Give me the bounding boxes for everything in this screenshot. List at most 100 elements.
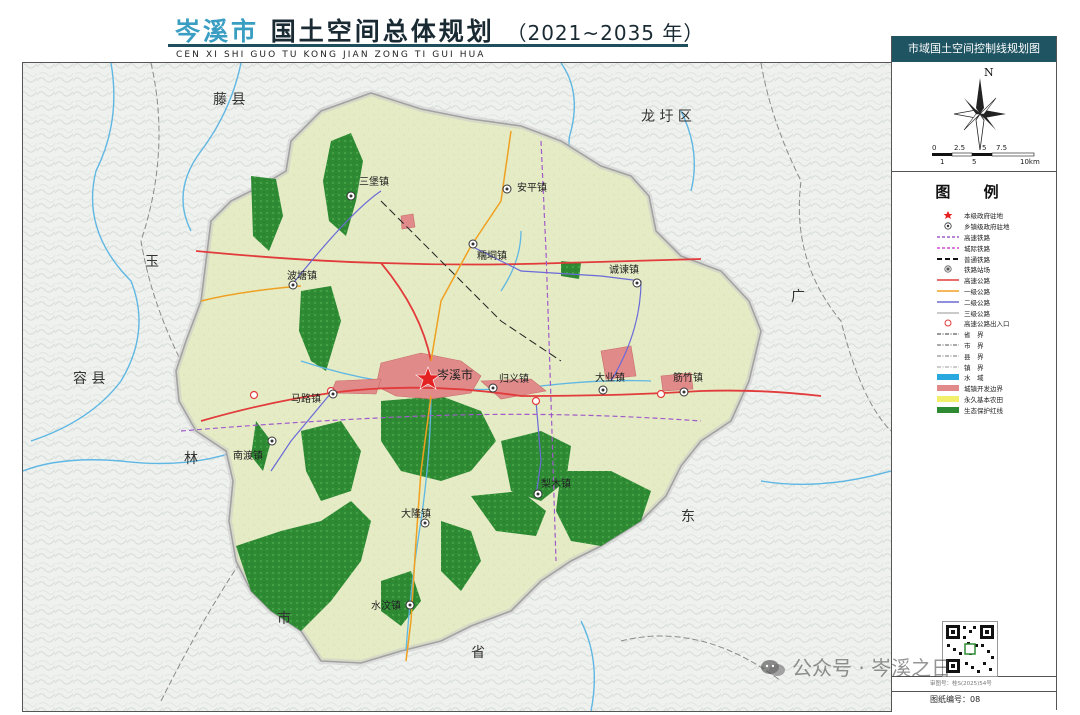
- legend-label: 三级公路: [964, 309, 990, 318]
- ring-legend-icon: [936, 319, 960, 327]
- town-label: 大业镇: [595, 371, 625, 384]
- svg-text:2.5: 2.5: [954, 144, 965, 152]
- region-label: 林: [184, 451, 198, 467]
- town-label: 波塘镇: [287, 269, 317, 282]
- map-sheet-title: 市域国土空间控制线规划图: [892, 36, 1056, 62]
- svg-text:5: 5: [972, 158, 976, 166]
- legend-item: 三级公路: [936, 307, 1054, 318]
- boundary-legend-icon: [936, 363, 960, 371]
- legend-label: 高速铁路: [964, 233, 990, 242]
- fill-legend-icon: [936, 395, 960, 403]
- legend-item: 高速公路出入口: [936, 318, 1054, 329]
- town-label: 马路镇: [291, 392, 321, 405]
- svg-text:1: 1: [940, 158, 944, 166]
- legend-label: 生态保护红线: [964, 406, 1003, 415]
- north-arrow-icon: [953, 78, 1006, 151]
- legend-label: 二级公路: [964, 298, 990, 307]
- fill-legend-icon: [936, 384, 960, 392]
- legend-label: 高速公路出入口: [964, 320, 1010, 329]
- region-label: 藤 县: [213, 92, 245, 108]
- legend-label: 市 界: [964, 341, 984, 350]
- legend-label: 铁路站场: [964, 266, 990, 275]
- fill-legend-icon: [936, 373, 960, 381]
- divider: [892, 691, 1056, 692]
- legend-item: 本级政府驻地: [936, 210, 1054, 221]
- wechat-watermark: 公众号 · 岑溪之日: [760, 652, 951, 681]
- legend-label: 城际铁路: [964, 244, 990, 253]
- legend-item: 镇 界: [936, 361, 1054, 372]
- title-city: 岑溪市: [175, 17, 260, 46]
- dash-legend-icon: [936, 233, 960, 241]
- town-label: 筋竹镇: [673, 371, 703, 384]
- title-text: 国土空间总体规划: [270, 17, 495, 46]
- legend-item: 高速铁路: [936, 232, 1054, 243]
- legend-label: 乡镇级政府驻地: [964, 223, 1010, 232]
- region-label: 东: [681, 509, 695, 525]
- svg-text:5: 5: [982, 144, 986, 152]
- map-sidebar: 市域国土空间控制线规划图 N 0 2.5 5 7.5 1 5 10km 图 例 …: [891, 36, 1057, 710]
- legend-item: 县 界: [936, 350, 1054, 361]
- town-label: 诚谏镇: [609, 263, 639, 276]
- star-legend-icon: [936, 211, 960, 220]
- legend-label: 镇 界: [964, 363, 984, 372]
- line-legend-icon: [936, 276, 960, 284]
- north-label: N: [984, 66, 994, 79]
- title-years: （2021~2035 年）: [506, 21, 705, 45]
- legend-item: 城际铁路: [936, 242, 1054, 253]
- map-canvas[interactable]: 藤 县 龙 圩 区 容 县 玉 林 市 东 省 广 三堡镇 安平镇 糯垌镇 波塘…: [22, 62, 892, 712]
- legend-label: 城镇开发边界: [964, 385, 1003, 394]
- svg-text:10km: 10km: [1020, 158, 1040, 166]
- title-underline: [168, 44, 688, 47]
- legend-item: 生态保护红线: [936, 404, 1054, 415]
- legend-item: 高速公路: [936, 275, 1054, 286]
- legend-item: 省 界: [936, 329, 1054, 340]
- legend-label: 普通铁路: [964, 255, 990, 264]
- region-label: 容 县: [73, 370, 105, 387]
- fill-legend-icon: [936, 406, 960, 414]
- town-label: 安平镇: [517, 181, 547, 194]
- legend-list: 本级政府驻地 乡镇级政府驻地 高速铁路城际铁路普通铁路铁路站场高速公路 一级公路二级公…: [936, 210, 1054, 415]
- legend-item: 二级公路: [936, 296, 1054, 307]
- region-label: 广: [791, 289, 805, 305]
- wechat-icon: [761, 660, 785, 676]
- legend-item: 铁路站场: [936, 264, 1054, 275]
- region-label: 玉: [145, 254, 159, 270]
- town-label: 大隆镇: [401, 507, 431, 520]
- legend-item: 一级公路: [936, 286, 1054, 297]
- svg-text:0: 0: [932, 144, 936, 152]
- legend-item: 永久基本农田: [936, 394, 1054, 405]
- region-label: 省: [471, 645, 485, 661]
- page-title: 岑溪市 国土空间总体规划 （2021~2035 年）: [175, 12, 704, 48]
- legend-item: 市 界: [936, 340, 1054, 351]
- town-legend-icon: [936, 222, 960, 230]
- legend-label: 高速公路: [964, 277, 990, 286]
- svg-text:7.5: 7.5: [996, 144, 1007, 152]
- divider: [892, 171, 1056, 172]
- compass-and-scale: N 0 2.5 5 7.5 1 5 10km: [892, 64, 1056, 168]
- legend-label: 水 域: [964, 374, 984, 383]
- legend-label: 县 界: [964, 352, 984, 361]
- rail-legend-icon: [936, 255, 960, 263]
- legend-label: 一级公路: [964, 287, 990, 296]
- title-pinyin: CEN XI SHI GUO TU KONG JIAN ZONG TI GUI …: [176, 50, 486, 60]
- dash-legend-icon: [936, 244, 960, 252]
- legend-label: 本级政府驻地: [964, 212, 1003, 221]
- legend-item: 乡镇级政府驻地: [936, 221, 1054, 232]
- legend-item: 普通铁路: [936, 253, 1054, 264]
- boundary-legend-icon: [936, 341, 960, 349]
- sheet-number: 图纸编号：08: [930, 695, 981, 704]
- city-seat-label: 岑溪市: [437, 367, 473, 382]
- line-legend-icon: [936, 287, 960, 295]
- scale-bar: 0 2.5 5 7.5 1 5 10km: [932, 144, 1040, 166]
- boundary-legend-icon: [936, 352, 960, 360]
- town-label: 糯垌镇: [477, 249, 507, 262]
- legend-item: 水 域: [936, 372, 1054, 383]
- town-label: 水汶镇: [371, 599, 401, 612]
- line-legend-icon: [936, 298, 960, 306]
- boundary-legend-icon: [936, 330, 960, 338]
- watermark-text: 公众号 · 岑溪之日: [792, 656, 952, 680]
- station-legend-icon: [936, 265, 960, 273]
- town-label: 归义镇: [499, 372, 529, 385]
- legend-title: 图 例: [935, 183, 1013, 201]
- region-label: 龙 圩 区: [641, 109, 692, 125]
